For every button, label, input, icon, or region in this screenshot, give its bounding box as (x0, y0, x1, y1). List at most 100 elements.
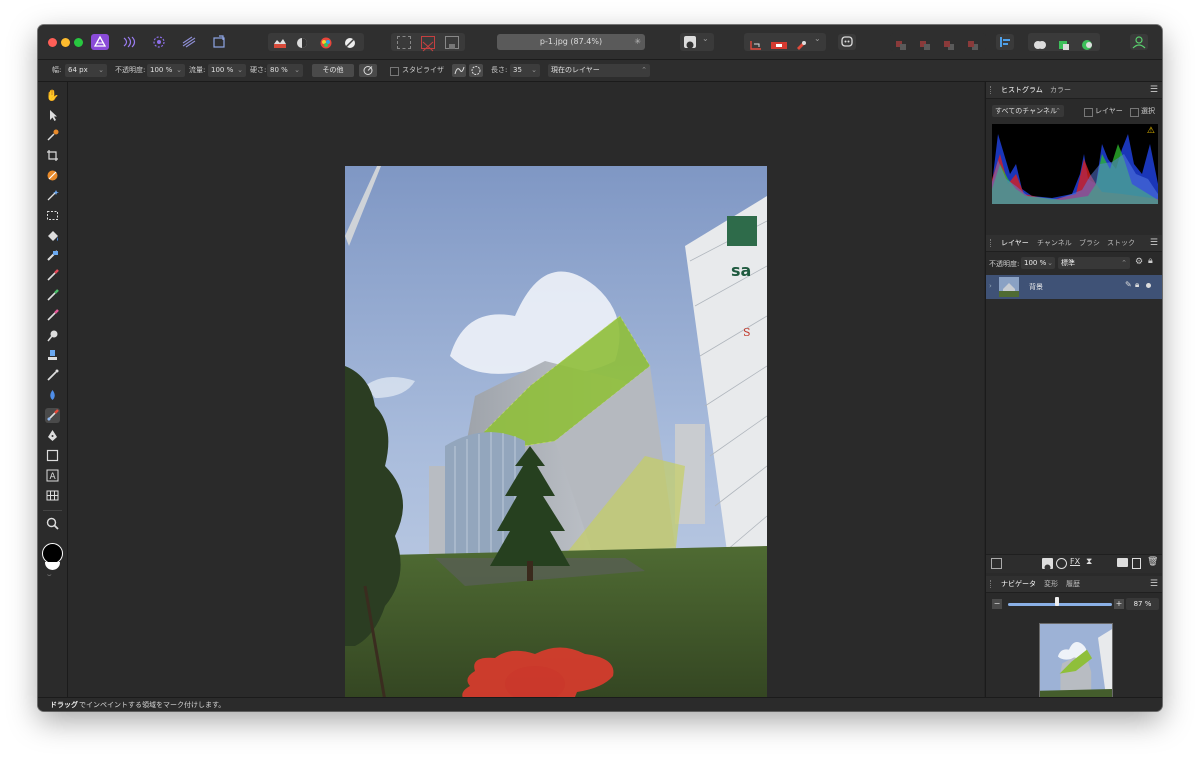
minimize-window-button[interactable] (61, 38, 70, 47)
tab-color[interactable]: カラー (1050, 82, 1071, 98)
flood-fill-tool-icon[interactable] (45, 228, 60, 243)
layer-visibility-icon[interactable] (1146, 283, 1151, 288)
close-window-button[interactable] (48, 38, 57, 47)
swap-colors-icon[interactable]: ⌣ (47, 571, 52, 580)
marquee-tool-icon[interactable] (45, 208, 60, 223)
color-picker-tool-icon[interactable] (45, 128, 60, 143)
window-mode-icon[interactable] (469, 64, 483, 77)
document-title-tab[interactable]: p-1.jpg (87.4%) ✳ (497, 34, 645, 50)
tab-layers[interactable]: レイヤー (1001, 235, 1029, 251)
mesh-warp-tool-icon[interactable] (45, 488, 60, 503)
layers-menu-icon[interactable]: ☰ (1150, 235, 1158, 251)
selection-brush-tool-icon[interactable] (45, 168, 60, 183)
histogram-menu-icon[interactable]: ☰ (1150, 82, 1158, 98)
secondary-color-swatch[interactable] (45, 562, 60, 570)
delete-layer-icon[interactable]: 🗑︎ (1147, 557, 1158, 567)
tab-history[interactable]: 履歴 (1066, 576, 1080, 592)
hourglass-icon[interactable]: ⧗ (1086, 557, 1092, 567)
export-persona-icon[interactable] (210, 34, 228, 50)
layer-opacity-field[interactable]: 100 % ⌄ (1021, 257, 1055, 269)
move-forward-one-icon[interactable] (942, 36, 956, 50)
add-group-icon[interactable] (1117, 558, 1128, 567)
layer-mode-select[interactable]: 現在のレイヤー ⌃ (548, 64, 650, 77)
flow-field[interactable]: 100 % ⌄ (208, 64, 246, 77)
quick-mask-icon[interactable] (684, 36, 696, 49)
histogram-selection-checkbox[interactable] (1130, 108, 1139, 117)
invert-selection-icon[interactable] (445, 36, 459, 49)
erase-brush-tool-icon[interactable] (45, 308, 60, 323)
hardness-field[interactable]: 80 % ⌄ (267, 64, 303, 77)
auto-contrast-icon[interactable] (294, 35, 310, 49)
pen-tool-icon[interactable] (45, 428, 60, 443)
flood-select-tool-icon[interactable] (45, 188, 60, 203)
zoom-in-button[interactable]: + (1114, 599, 1124, 609)
tab-navigator[interactable]: ナビゲータ (1001, 576, 1036, 592)
deselect-icon[interactable] (421, 36, 435, 52)
photo-persona-icon[interactable] (91, 34, 109, 50)
stabilizer-checkbox[interactable] (390, 67, 399, 76)
color-replacement-tool-icon[interactable] (45, 288, 60, 303)
add-mask-icon[interactable] (1042, 558, 1053, 571)
smudge-brush-tool-icon[interactable] (45, 368, 60, 383)
quick-mask-dropdown-icon[interactable]: ⌄ (702, 34, 709, 43)
brush-target-icon[interactable] (359, 64, 377, 77)
layer-lock-state-icon[interactable]: 🔒︎ (1135, 280, 1139, 290)
intersect-boolean-icon[interactable] (1080, 36, 1094, 50)
layer-row-background[interactable]: › 背景 ✎ 🔒︎ (986, 275, 1162, 299)
more-button[interactable]: その他 (312, 64, 354, 77)
liquify-persona-icon[interactable] (120, 34, 138, 50)
layer-settings-gear-icon[interactable]: ⚙ (1135, 257, 1143, 267)
width-field[interactable]: 64 px ⌄ (65, 64, 107, 77)
duplicate-layer-icon[interactable] (1132, 558, 1141, 569)
rope-mode-icon[interactable] (452, 64, 466, 77)
paint-brush-tool-icon[interactable] (45, 268, 60, 283)
hand-tool-icon[interactable]: ✋ (45, 88, 60, 103)
zoom-slider-handle[interactable] (1055, 597, 1059, 606)
histogram-channel-select[interactable]: すべてのチャンネル ⌃ (992, 105, 1064, 117)
tab-channels[interactable]: チャンネル (1037, 235, 1072, 251)
zoom-tool-icon[interactable] (45, 516, 60, 531)
levels-icon[interactable] (272, 35, 288, 49)
length-field[interactable]: 35 ⌄ (510, 64, 540, 77)
close-document-icon[interactable]: ✳ (634, 34, 641, 50)
blend-mode-select[interactable]: 標準 ⌃ (1058, 257, 1130, 269)
document-photo[interactable]: sa S (345, 166, 767, 711)
rectangle-tool-icon[interactable] (45, 448, 60, 463)
clone-brush-tool-icon[interactable] (45, 348, 60, 363)
auto-white-balance-icon[interactable] (342, 35, 358, 49)
dodge-tool-icon[interactable] (45, 328, 60, 343)
layer-mask-toggle-icon[interactable] (991, 558, 1002, 569)
force-pixel-alignment-icon[interactable] (770, 36, 788, 49)
tab-brushes[interactable]: ブラシ (1079, 235, 1100, 251)
blur-brush-tool-icon[interactable] (45, 388, 60, 403)
subtract-boolean-icon[interactable] (1057, 36, 1071, 50)
zoom-out-button[interactable]: − (992, 599, 1002, 609)
assistant-icon[interactable] (838, 34, 856, 50)
develop-persona-icon[interactable] (150, 34, 168, 50)
gradient-tool-icon[interactable] (45, 248, 60, 263)
add-boolean-icon[interactable] (1033, 36, 1047, 49)
live-filter-icon[interactable]: FX (1070, 557, 1080, 566)
zoom-field[interactable]: 87 % (1126, 598, 1159, 610)
tab-stock[interactable]: ストック (1107, 235, 1135, 251)
layer-edit-icon[interactable]: ✎ (1125, 280, 1132, 289)
navigator-menu-icon[interactable]: ☰ (1150, 576, 1158, 592)
move-to-front-icon[interactable] (966, 36, 980, 50)
adjustment-layer-icon[interactable] (1056, 558, 1067, 569)
account-icon[interactable] (1130, 34, 1148, 50)
tone-mapping-persona-icon[interactable] (180, 34, 198, 50)
layer-lock-icon[interactable]: 🔒︎ (1148, 256, 1153, 266)
snapping-dropdown-icon[interactable]: ⌄ (814, 34, 821, 43)
move-back-one-icon[interactable] (918, 36, 932, 50)
primary-color-swatch[interactable] (42, 543, 63, 564)
tab-transform[interactable]: 変形 (1044, 576, 1058, 592)
zoom-slider[interactable] (1008, 603, 1112, 606)
tab-histogram[interactable]: ヒストグラム (1001, 82, 1043, 98)
move-tool-icon[interactable] (45, 108, 60, 123)
move-to-back-icon[interactable] (894, 36, 908, 50)
opacity-field[interactable]: 100 % ⌄ (147, 64, 185, 77)
snapping-magnet-icon[interactable] (794, 36, 808, 50)
histogram-layer-checkbox[interactable] (1084, 108, 1093, 117)
select-all-icon[interactable] (397, 36, 411, 49)
text-tool-icon[interactable]: A (45, 468, 60, 483)
